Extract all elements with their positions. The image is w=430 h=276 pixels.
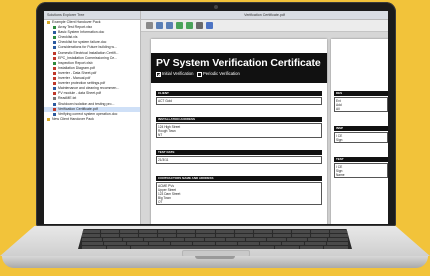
field-value: All: [336, 106, 340, 111]
field-value: Name: [336, 172, 345, 177]
section-heading: TEST: [334, 157, 388, 162]
field-value: Sign: [336, 137, 343, 142]
laptop-bezel: Solutions Explorer Tree Example Client H…: [36, 2, 396, 226]
field-value: ACT Gold: [158, 98, 172, 103]
field-value: OT: [158, 199, 163, 204]
file-icon: [53, 61, 56, 65]
file-icon: [53, 82, 56, 86]
save-icon[interactable]: [206, 22, 213, 29]
section-heading: INSTALLATION ADDRESS: [156, 117, 322, 122]
file-icon: [53, 31, 56, 35]
periodic-verification-label: Periodic Verification: [203, 71, 240, 76]
section-heading: CONTRACTORS NAME AND ADDRESS: [156, 176, 322, 181]
section-field[interactable]: [156, 97, 322, 105]
field-value: NT: [158, 132, 163, 137]
solutions-tree-pane: Solutions Explorer Tree Example Client H…: [44, 11, 141, 224]
viewer-toolbar: [141, 20, 388, 32]
folder-icon: [47, 117, 50, 121]
folder-icon: [47, 21, 50, 24]
laptop-screen: Solutions Explorer Tree Example Client H…: [44, 11, 388, 224]
lid-notch: [195, 256, 235, 259]
hand-tool-icon[interactable]: [146, 22, 153, 29]
periodic-verification-checkbox[interactable]: [197, 72, 202, 77]
section-field[interactable]: [156, 156, 322, 164]
tree-item[interactable]: New Client Handover Pack: [44, 117, 140, 122]
webcam: [214, 5, 218, 9]
file-icon: [53, 26, 56, 30]
section-field[interactable]: [156, 182, 322, 205]
viewer-title-bar: Verification Certificate.pdf: [141, 11, 388, 20]
zoom-in-icon[interactable]: [156, 22, 163, 29]
file-icon: [53, 77, 56, 81]
initial-verification-label: Initial Verification: [162, 71, 194, 76]
section-heading: TEST DATE: [156, 150, 322, 155]
file-icon: [53, 97, 56, 101]
section-heading: DES: [334, 91, 388, 96]
file-icon: [53, 51, 56, 55]
certificate-header: PV System Verification Certificate Initi…: [151, 53, 327, 83]
file-icon: [53, 56, 56, 60]
section-field[interactable]: [334, 97, 388, 112]
section-heading: INSP: [334, 126, 388, 131]
tree-item-label: New Client Handover Pack: [52, 116, 94, 121]
section-field[interactable]: [156, 123, 322, 138]
keyboard: [78, 229, 352, 249]
file-icon: [53, 87, 56, 91]
print-icon[interactable]: [196, 22, 203, 29]
second-page: DES Ext Add All INSP I CE Sign TEST I CE Sign Name: [331, 39, 388, 224]
section-heading: CLIENT: [156, 91, 322, 96]
file-icon: [53, 46, 56, 50]
file-icon: [53, 71, 56, 75]
field-value: 21/3/11: [158, 157, 169, 162]
tree-pane-header: Solutions Explorer Tree: [44, 11, 140, 20]
fit-width-icon[interactable]: [186, 22, 193, 29]
file-icon: [53, 102, 56, 106]
file-icon: [53, 41, 56, 45]
tree-list: Example Client Handover Pack Array Test R…: [44, 20, 140, 122]
file-icon: [53, 66, 56, 70]
certificate-title: PV System Verification Certificate: [156, 57, 321, 69]
document-viewer: Verification Certificate.pdf PV System V…: [141, 11, 388, 224]
certificate-page: PV System Verification Certificate Initi…: [151, 39, 327, 224]
fit-page-icon[interactable]: [176, 22, 183, 29]
file-icon: [53, 112, 56, 116]
file-icon: [53, 36, 56, 40]
file-icon: [53, 92, 56, 96]
initial-verification-checkbox[interactable]: [156, 72, 161, 77]
zoom-out-icon[interactable]: [166, 22, 173, 29]
file-icon: [53, 107, 56, 111]
